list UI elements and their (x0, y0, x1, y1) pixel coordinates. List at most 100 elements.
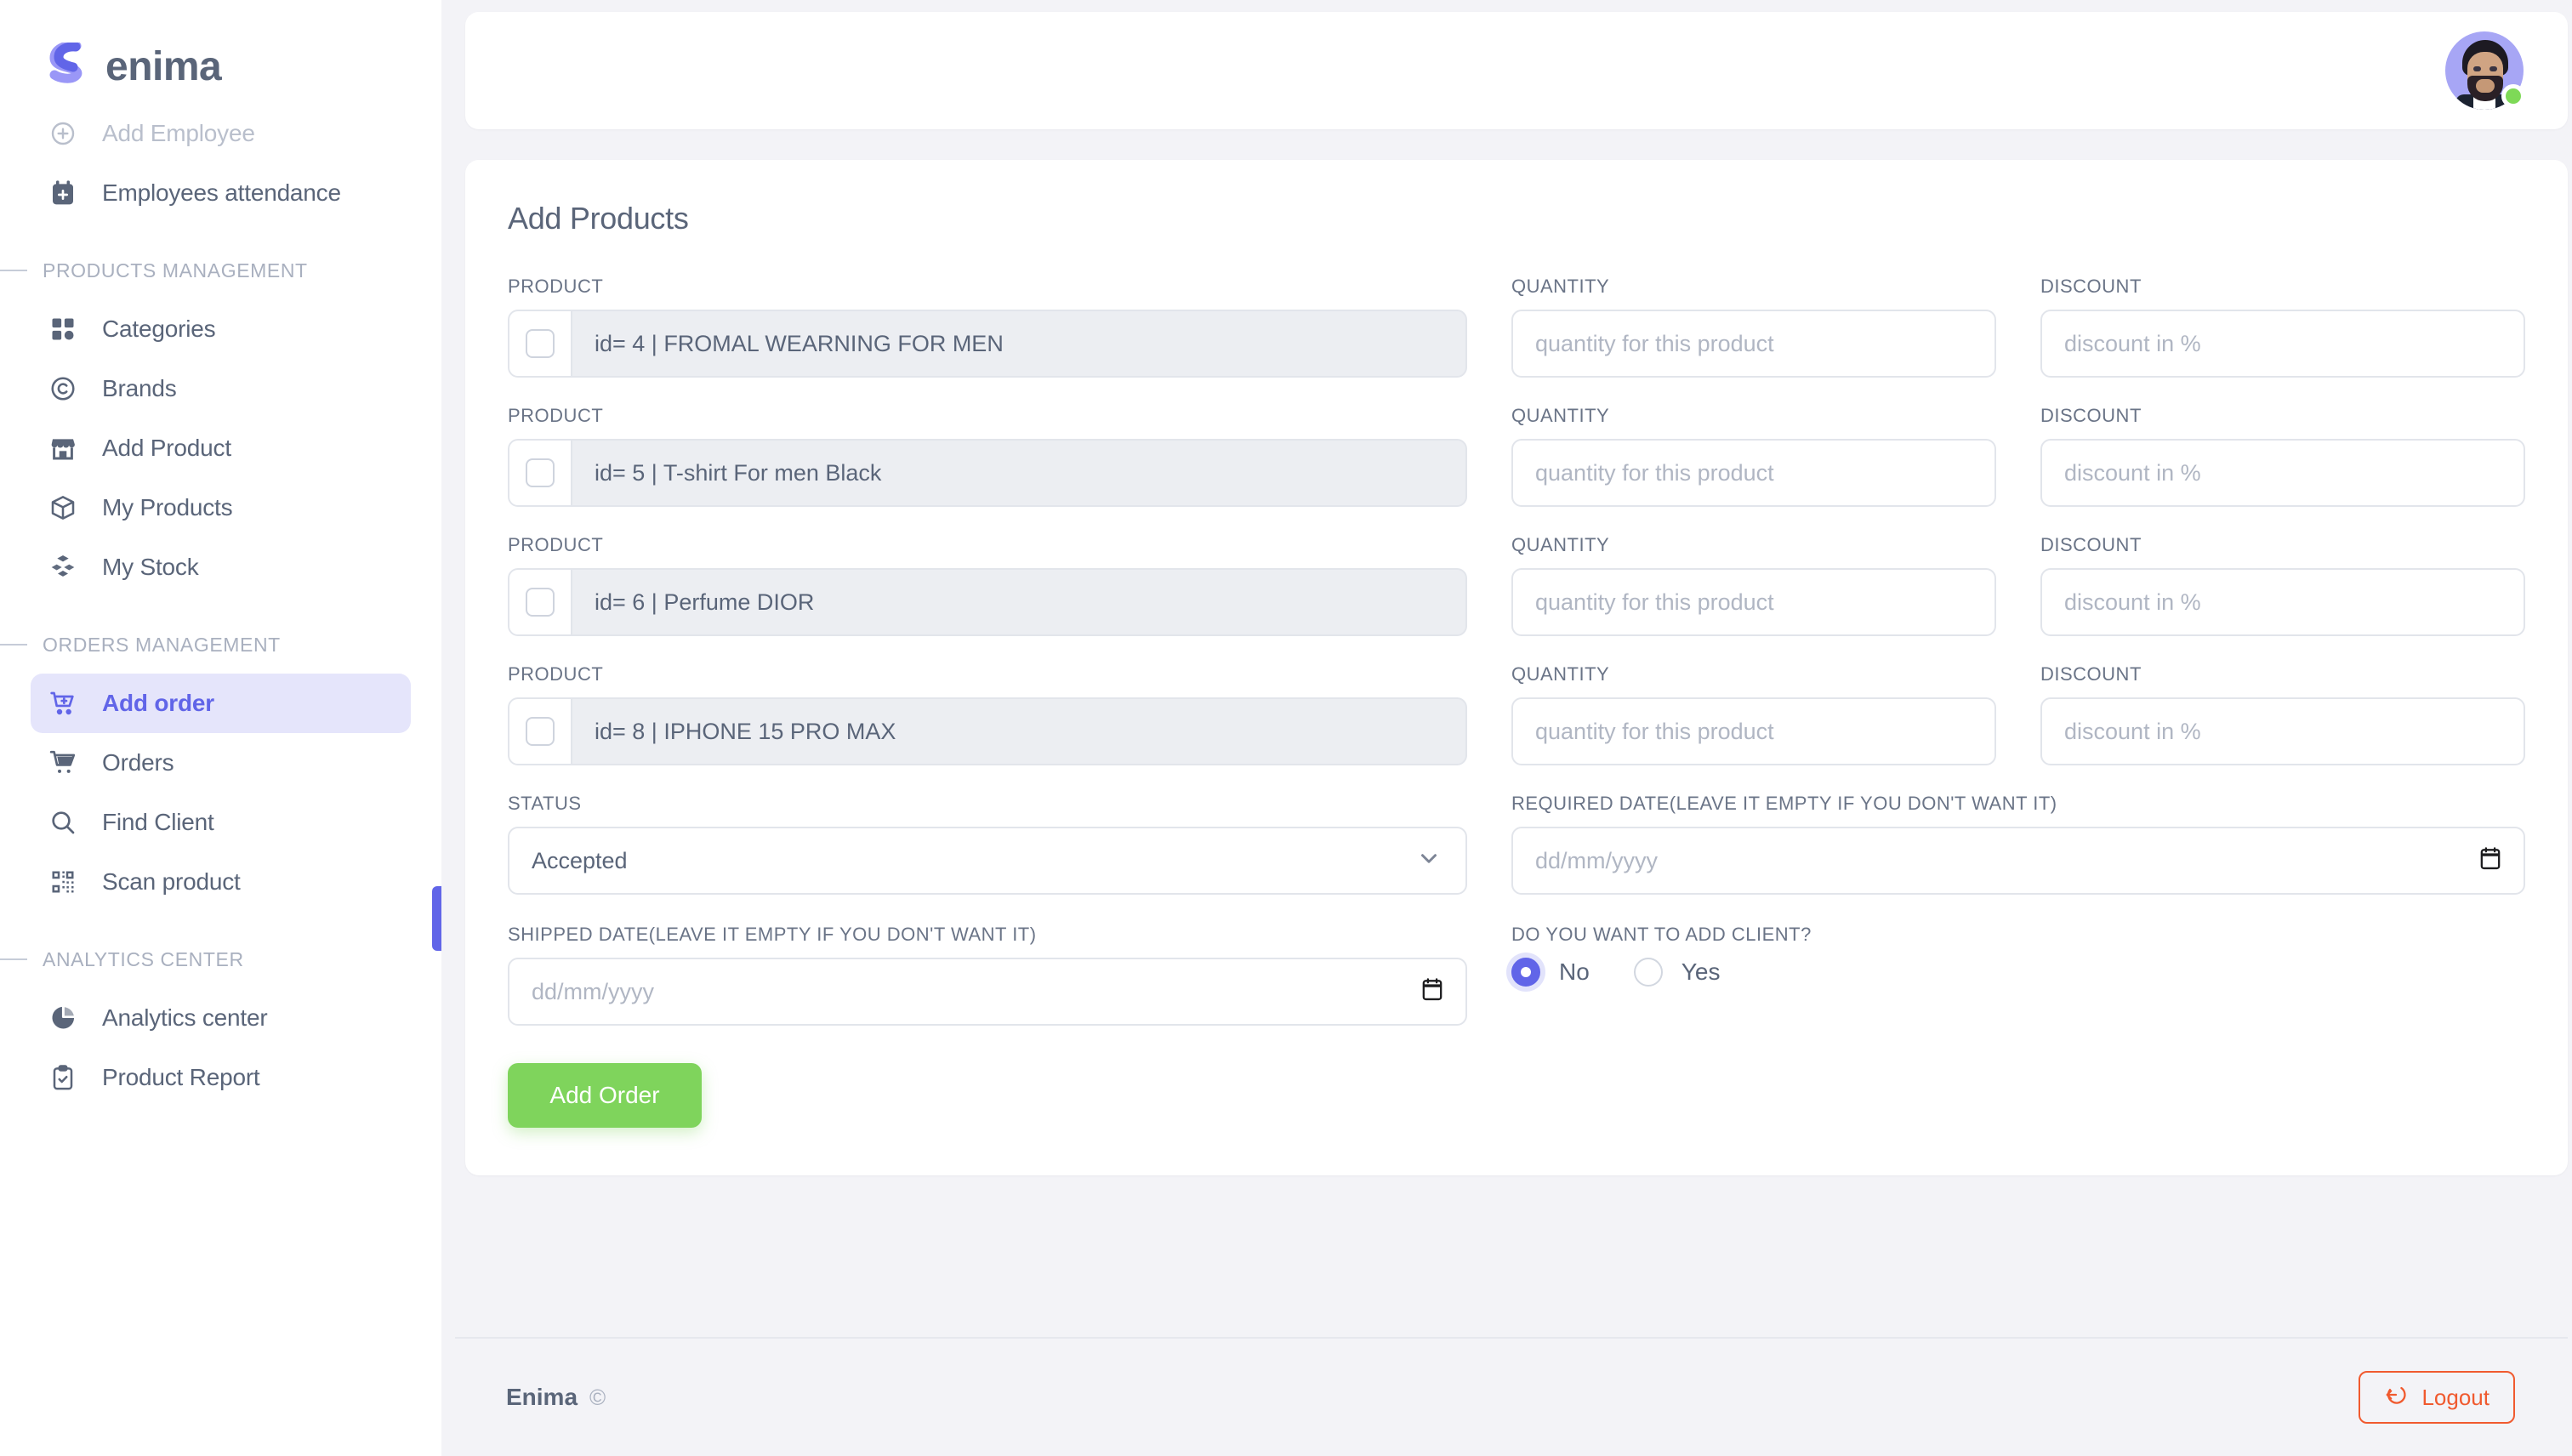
section-divider-dash (0, 644, 27, 646)
required-date-wrapper[interactable]: dd/mm/yyyy (1511, 827, 2525, 895)
radio-yes[interactable] (1633, 958, 1663, 987)
sidebar-section-orders-management: ORDERS MANAGEMENT (0, 626, 441, 663)
copyright-icon: © (589, 1384, 606, 1410)
sidebar-item-orders[interactable]: Orders (31, 733, 411, 793)
sidebar-item-label: My Stock (102, 554, 199, 580)
sidebar-item-label: Brands (102, 375, 177, 401)
online-status-dot (2501, 84, 2525, 108)
sidebar-item-label: Add order (102, 690, 214, 716)
sidebar-item-brands[interactable]: Brands (31, 359, 411, 418)
footer: Enima © Logout (455, 1337, 2568, 1456)
product-name: id= 4 | FROMAL WEARNING FOR MEN (595, 330, 1004, 356)
quantity-input[interactable]: quantity for this product (1511, 697, 1996, 765)
discount-label: DISCOUNT (2040, 405, 2142, 426)
discount-input[interactable]: discount in % (2040, 439, 2525, 507)
product-checkbox[interactable] (526, 588, 555, 617)
status-select[interactable]: Accepted (508, 827, 1467, 895)
product-select-box[interactable]: id= 4 | FROMAL WEARNING FOR MEN (508, 310, 1467, 378)
brand-name: enima (105, 43, 222, 89)
product-checkbox[interactable] (526, 717, 555, 746)
required-date-label: REQUIRED DATE(LEAVE IT EMPTY IF YOU DON'… (1511, 793, 2057, 814)
sidebar-item-scan-product[interactable]: Scan product (31, 852, 411, 912)
status-select-wrapper[interactable]: Accepted (508, 827, 1467, 895)
section-title: ORDERS MANAGEMENT (43, 633, 281, 656)
cart-plus-icon (46, 686, 80, 720)
product-select-box[interactable]: id= 8 | IPHONE 15 PRO MAX (508, 697, 1467, 765)
product-checkbox-cell[interactable] (509, 699, 572, 764)
product-name: id= 8 | IPHONE 15 PRO MAX (595, 718, 896, 744)
footer-brand: Enima (506, 1384, 578, 1410)
product-checkbox[interactable] (526, 458, 555, 487)
calendar-icon[interactable] (2479, 847, 2501, 875)
product-row: PRODUCT id= 5 | T-shirt For men Black QU… (508, 405, 2525, 507)
sidebar-item-add-employee[interactable]: Add Employee (31, 104, 411, 163)
logout-icon (2384, 1383, 2408, 1413)
sidebar-item-label: Analytics center (102, 1004, 268, 1031)
section-title: PRODUCTS MANAGEMENT (43, 259, 308, 282)
sidebar-item-add-order[interactable]: Add order (31, 674, 411, 733)
sidebar-item-my-products[interactable]: My Products (31, 478, 411, 537)
section-divider-dash (0, 958, 27, 960)
sidebar-item-product-report[interactable]: Product Report (31, 1048, 411, 1107)
main-content: Add Products PRODUCT id= 4 | FROMAL WEAR… (441, 0, 2572, 1456)
product-checkbox[interactable] (526, 329, 555, 358)
product-name: id= 5 | T-shirt For men Black (595, 459, 882, 486)
quantity-input[interactable]: quantity for this product (1511, 439, 1996, 507)
section-title: ANALYTICS CENTER (43, 947, 244, 970)
section-divider-dash (0, 270, 27, 271)
quantity-input[interactable]: quantity for this product (1511, 568, 1996, 636)
product-label: PRODUCT (508, 534, 604, 555)
add-client-label: DO YOU WANT TO ADD CLIENT? (1511, 924, 1812, 945)
sidebar-item-my-stock[interactable]: My Stock (31, 537, 411, 597)
shipped-date-and-client-row: SHIPPED DATE(LEAVE IT EMPTY IF YOU DON'T… (508, 924, 2525, 1026)
product-checkbox-cell[interactable] (509, 441, 572, 505)
sidebar-item-label: Product Report (102, 1064, 260, 1090)
sidebar-item-analytics-center[interactable]: Analytics center (31, 988, 411, 1048)
discount-input[interactable]: discount in % (2040, 697, 2525, 765)
copyright-icon (46, 372, 80, 406)
sidebar-item-label: Add Product (102, 435, 231, 461)
avatar[interactable] (2445, 31, 2525, 110)
page-title: Add Products (508, 201, 689, 236)
discount-input[interactable]: discount in % (2040, 568, 2525, 636)
discount-label: DISCOUNT (2040, 663, 2142, 685)
grid-icon (46, 312, 80, 346)
sidebar-item-categories[interactable]: Categories (31, 299, 411, 359)
product-select-box[interactable]: id= 6 | Perfume DIOR (508, 568, 1467, 636)
sidebar-item-label: Employees attendance (102, 179, 341, 206)
box-icon (46, 491, 80, 525)
radio-no[interactable] (1511, 958, 1540, 987)
sidebar-item-add-product[interactable]: Add Product (31, 418, 411, 478)
status-label: STATUS (508, 793, 582, 814)
discount-label: DISCOUNT (2040, 534, 2142, 555)
product-row: PRODUCT id= 4 | FROMAL WEARNING FOR MEN … (508, 276, 2525, 378)
radio-no-label: No (1559, 958, 1590, 985)
product-select-box[interactable]: id= 5 | T-shirt For men Black (508, 439, 1467, 507)
add-order-button[interactable]: Add Order (508, 1063, 702, 1128)
top-bar (465, 12, 2568, 129)
app-root: enima Add Employee Employees attendance … (0, 0, 2572, 1456)
product-checkbox-cell[interactable] (509, 570, 572, 634)
footer-brand-group: Enima © (506, 1384, 606, 1411)
status-and-required-date-row: STATUS Accepted REQUIRED DATE(LEAVE IT E… (508, 793, 2525, 895)
quantity-input[interactable]: quantity for this product (1511, 310, 1996, 378)
logout-button[interactable]: Logout (2359, 1371, 2515, 1424)
boxes-icon (46, 550, 80, 584)
active-item-indicator (432, 886, 441, 951)
sidebar-item-label: Scan product (102, 868, 241, 895)
logout-label: Logout (2421, 1384, 2489, 1410)
sidebar-item-label: Categories (102, 316, 216, 342)
plus-circle-icon (46, 117, 80, 151)
store-icon (46, 431, 80, 465)
sidebar-item-employees-attendance[interactable]: Employees attendance (31, 163, 411, 223)
shipped-date-wrapper[interactable]: dd/mm/yyyy (508, 958, 1467, 1026)
shipped-date-input[interactable]: dd/mm/yyyy (508, 958, 1467, 1026)
quantity-label: QUANTITY (1511, 534, 1610, 555)
discount-input[interactable]: discount in % (2040, 310, 2525, 378)
sidebar-item-find-client[interactable]: Find Client (31, 793, 411, 852)
sidebar-section-products-management: PRODUCTS MANAGEMENT (0, 252, 441, 289)
product-label: PRODUCT (508, 405, 604, 426)
calendar-icon[interactable] (1421, 978, 1443, 1006)
required-date-input[interactable]: dd/mm/yyyy (1511, 827, 2525, 895)
product-checkbox-cell[interactable] (509, 311, 572, 376)
